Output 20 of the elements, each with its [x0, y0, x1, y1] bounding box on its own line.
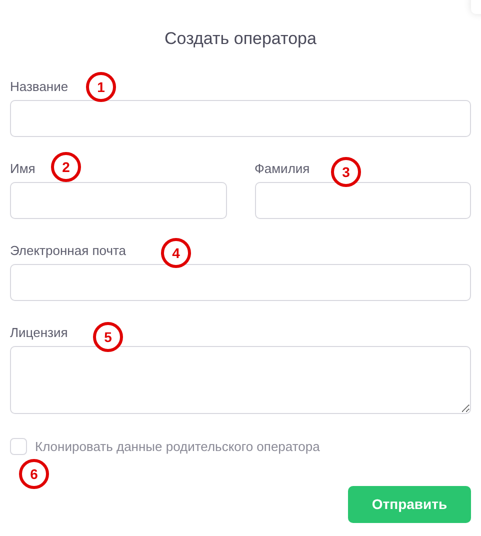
- annotation-marker: 3: [331, 157, 361, 187]
- annotation-marker: 2: [51, 152, 81, 182]
- field-label: Имя: [10, 160, 36, 178]
- input-field[interactable]: [10, 100, 471, 137]
- input-field[interactable]: [10, 182, 226, 219]
- submit-button[interactable]: Отправить: [348, 486, 471, 522]
- field-label: Фамилия: [254, 160, 310, 178]
- field-label: Лицензия: [10, 324, 68, 342]
- field-label: Название: [10, 78, 68, 96]
- field-label: Электронная почта: [10, 242, 126, 260]
- annotation-marker: 6: [19, 459, 49, 489]
- input-field[interactable]: [10, 264, 471, 301]
- annotation-marker: 5: [93, 322, 123, 352]
- input-field[interactable]: [10, 346, 471, 414]
- annotation-marker: 1: [86, 72, 116, 102]
- input-field[interactable]: [254, 182, 471, 219]
- checkbox[interactable]: [10, 438, 27, 456]
- annotation-marker: 4: [161, 238, 191, 268]
- checkbox-label: Клонировать данные родительского оператора: [35, 438, 320, 456]
- dialog-title: Создать оператора: [164, 28, 318, 50]
